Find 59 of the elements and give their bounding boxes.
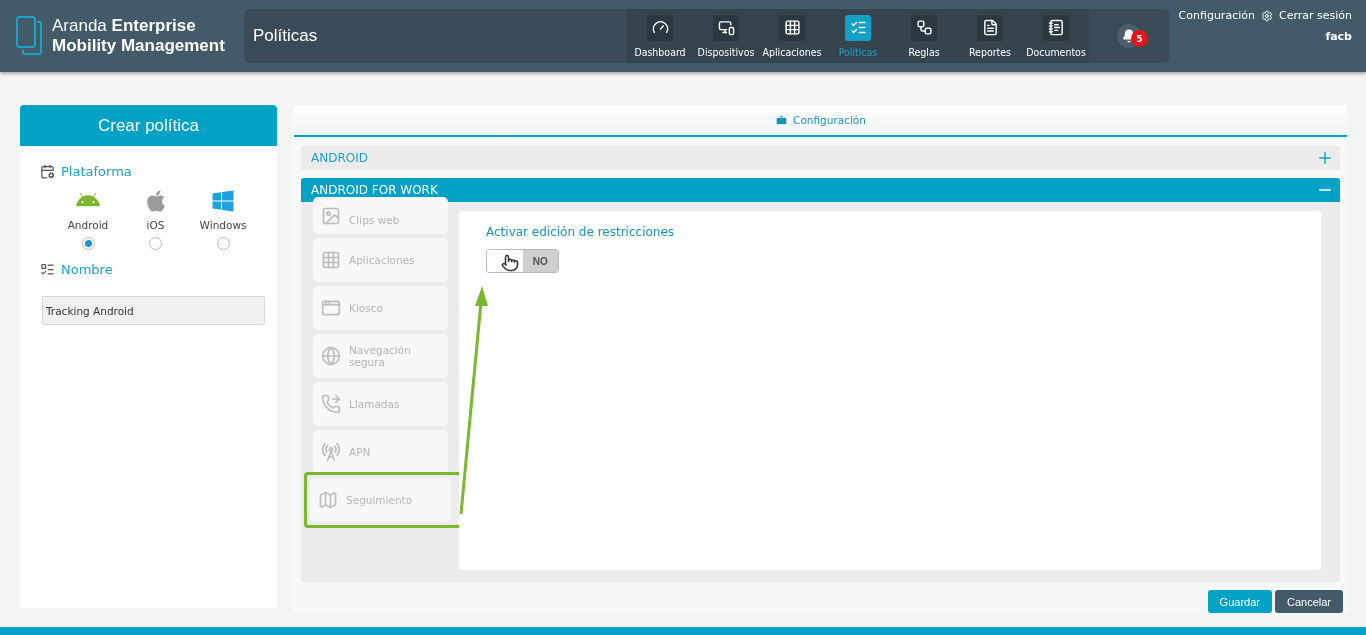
nav-item[interactable]: Dispositivos [693,9,759,63]
nav-icon [849,19,867,36]
configuration-link[interactable]: Configuración [1178,9,1255,22]
briefcase-icon [775,113,789,127]
nav-icon [981,19,999,36]
logo-text: Aranda Enterprise Mobility Management [52,16,225,56]
notification-count: 5 [1131,30,1148,47]
logout-link[interactable]: Cerrar sesión [1278,9,1352,22]
nav-item[interactable]: Dashboard [627,9,693,63]
hand-cursor-icon [501,254,519,272]
expand-icon[interactable] [1316,149,1334,167]
card-title: Crear política [20,105,277,146]
toggle-switch[interactable]: NO [486,249,559,273]
section-label: Nombre [61,262,113,277]
username: facb [1325,30,1352,43]
apn-icon [321,442,341,462]
platform-label: Android [67,219,109,231]
platform-label: Windows [199,219,247,231]
nav-item[interactable]: Reglas [891,9,957,63]
nav-item[interactable]: Reportes [957,9,1023,63]
checklist-icon [40,262,55,277]
secondary-button[interactable]: Cancelar [1274,590,1343,613]
kiosk-icon [321,298,341,318]
nav-icon [651,19,669,36]
nav-icon [1047,19,1065,36]
radio-button[interactable] [216,237,230,250]
globe-icon [321,346,341,366]
menu-item[interactable]: Navegación segura [313,334,448,378]
menu-item[interactable]: Llamadas [313,382,448,426]
map-icon [318,490,338,510]
primary-button[interactable]: Guardar [1207,590,1272,613]
menu-item[interactable]: Aplicaciones [313,238,448,282]
accordion-header[interactable]: ANDROID [301,146,1340,170]
phone-icon [321,394,341,414]
settings-icon[interactable] [1260,9,1273,22]
name-field[interactable]: Tracking Android [42,296,265,325]
menu-item[interactable]: Seguimiento [310,478,451,522]
nav-item[interactable]: Aplicaciones [759,9,825,63]
configuration-tab[interactable]: Configuración [769,112,872,128]
menu-item[interactable]: Clips web [313,197,448,234]
image-icon [321,206,341,226]
nav-icon [783,19,801,36]
menu-item[interactable]: APN [313,430,448,474]
section-label: Plataforma [61,164,132,179]
logo-icon [16,16,42,56]
nav-item[interactable]: Políticas [825,9,891,63]
nav-icon [717,19,735,36]
nav-item[interactable]: Documentos [1023,9,1089,63]
toggle-label: Activar edición de restricciones [486,225,676,239]
windows-icon [211,189,235,213]
grid-icon [321,250,341,270]
radio-button[interactable] [149,237,162,250]
accordion-header[interactable]: ANDROID FOR WORK [301,178,1340,202]
platform-icon [40,164,55,179]
menu-item[interactable]: Kiosco [313,286,448,330]
radio-button[interactable] [81,237,95,250]
nav-icon [915,19,933,36]
page-title: Políticas [252,26,319,46]
platform-label: iOS [146,219,165,231]
